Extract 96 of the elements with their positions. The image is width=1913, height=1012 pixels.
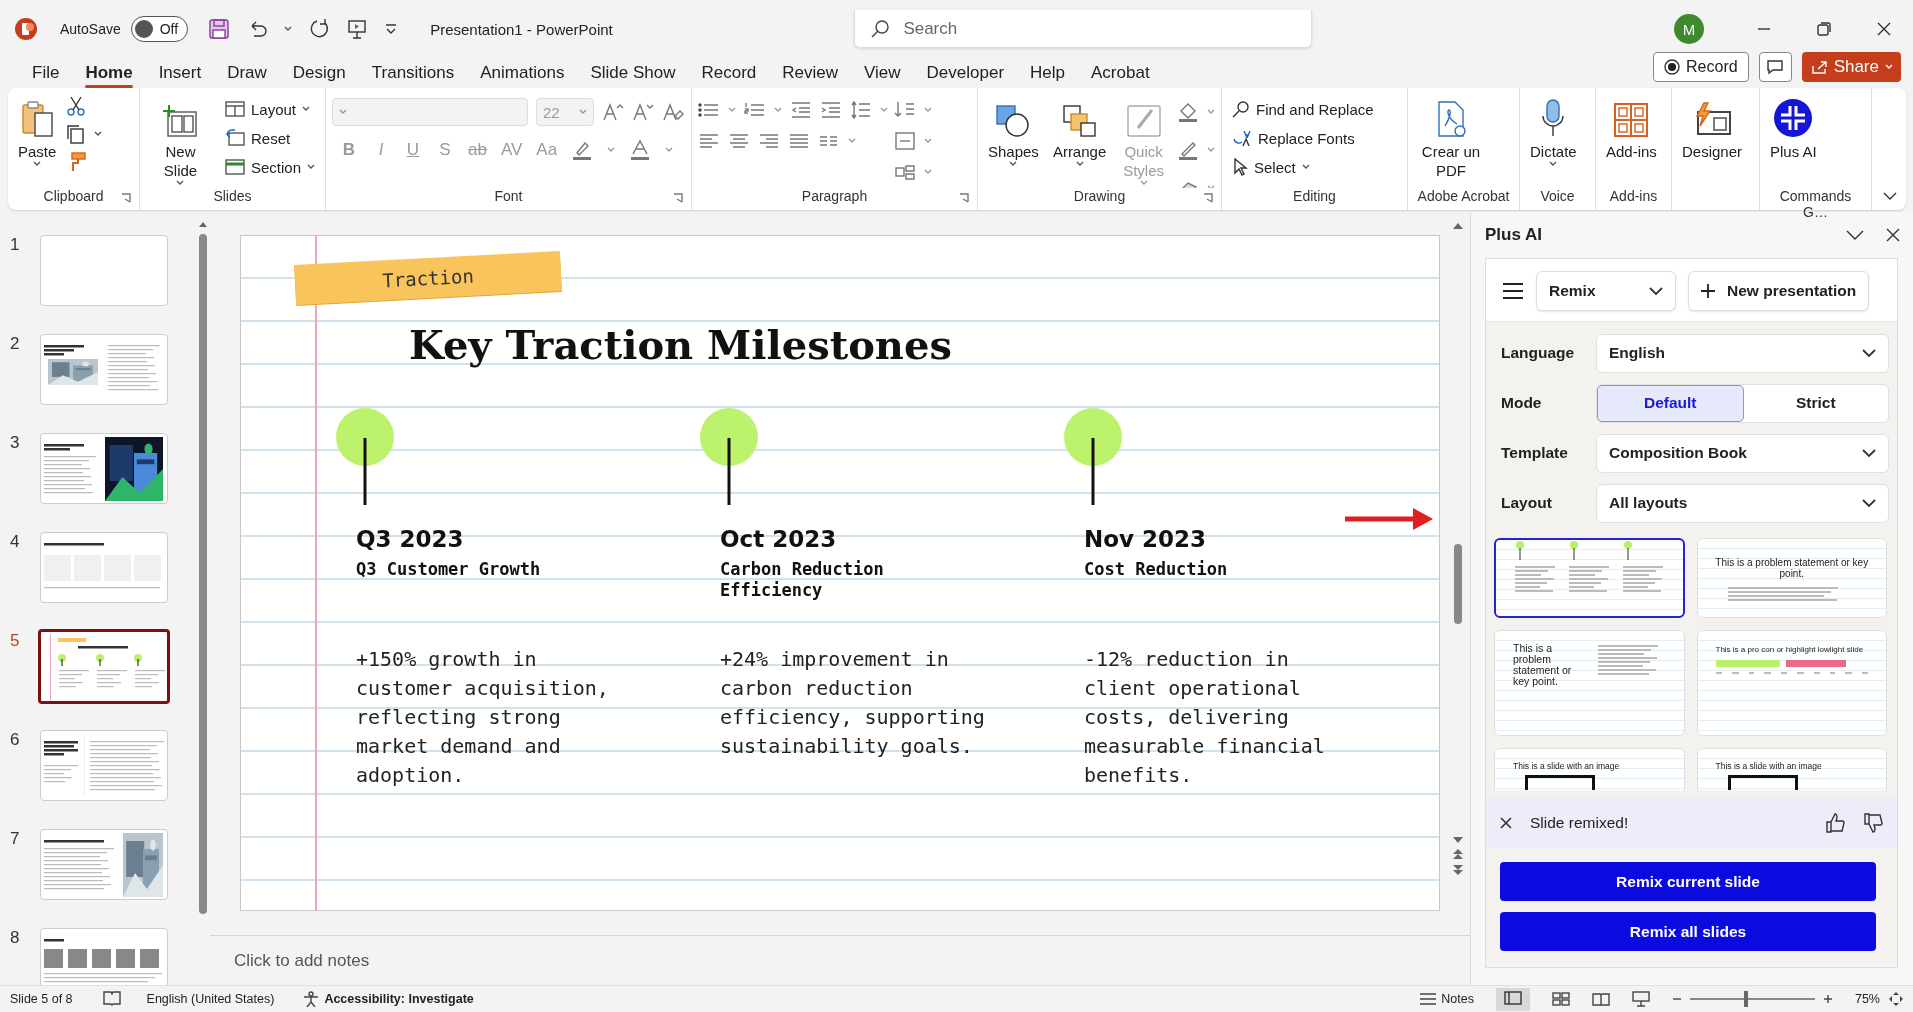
panel-title: Plus AI [1485, 225, 1542, 245]
layout-heading: This is a slide with an image [1512, 760, 1621, 771]
ribbon-tab[interactable]: Animations [468, 58, 577, 88]
slide-counter: Slide 5 of 8 [10, 992, 73, 1006]
ribbon-tab[interactable]: Design [280, 58, 358, 88]
ribbon-button[interactable]: Designer [1678, 92, 1747, 163]
ribbon-button[interactable]: New Slide [146, 92, 215, 188]
group-label: Add-ins [1609, 188, 1658, 204]
milestone-date: Oct 2023 [720, 525, 838, 554]
ribbon-button[interactable]: Reset [220, 125, 319, 151]
ribbon-tab[interactable]: Record [689, 58, 769, 88]
autosave-label: AutoSave [60, 21, 121, 37]
slide-number: 2 [10, 334, 21, 355]
notes-placeholder[interactable]: Click to add notes [234, 950, 370, 971]
group-label: Drawing [1073, 188, 1126, 204]
group-label: Voice [1540, 188, 1575, 204]
zoom-level[interactable]: 75% [1854, 992, 1880, 1006]
field-label: Layout [1501, 494, 1553, 512]
milestone-description: -12% reduction in client operational costs, delivering measurable financial benefits. [1084, 646, 1326, 789]
slide-number: 4 [10, 532, 21, 553]
language-indicator[interactable]: English (United States) [146, 992, 275, 1006]
share-button[interactable]: Share [1801, 52, 1901, 82]
ribbon-tab[interactable]: File [20, 58, 72, 88]
dropdown[interactable]: All layouts [1596, 483, 1889, 523]
primary-button[interactable]: Remix all slides [1500, 912, 1876, 951]
field-label: Language [1501, 344, 1576, 362]
group-label: Slides [213, 188, 252, 204]
ribbon-tab[interactable]: Draw [215, 58, 279, 88]
milestone-date: Q3 2023 [356, 525, 465, 554]
slide-number: 1 [10, 235, 21, 256]
ribbon-button[interactable]: Add-ins [1602, 92, 1661, 163]
layout-heading: This is a slide with an image [1714, 760, 1823, 771]
ribbon-button[interactable]: Section [220, 154, 319, 180]
user-avatar[interactable]: M [1674, 14, 1704, 44]
group-label: Adobe Acrobat [1417, 188, 1510, 204]
window-title: Presentation1 - PowerPoint [430, 20, 613, 38]
group-label: Editing [1293, 188, 1336, 204]
ribbon-tab[interactable]: Review [770, 58, 850, 88]
ribbon-button[interactable]: Dictate [1526, 92, 1581, 169]
group-label: Font [494, 188, 523, 204]
autosave-toggle[interactable]: Off [130, 16, 189, 42]
mode-dropdown[interactable]: Remix [1536, 271, 1676, 311]
slide-number: 5 [10, 631, 21, 652]
ribbon-button[interactable]: Find and Replace [1228, 96, 1378, 122]
layout-preview[interactable]: This is a pro con or highlight lowlight slide [1696, 630, 1887, 736]
slide-number: 8 [10, 928, 21, 949]
accessibility-status[interactable]: Accessibility: Investigate [324, 992, 474, 1006]
group-label: Clipboard [43, 188, 104, 204]
dropdown[interactable]: English [1596, 333, 1889, 373]
field-label: Template [1501, 444, 1569, 462]
ribbon-button[interactable]: Shapes [984, 92, 1043, 169]
group-label: Paragraph [801, 188, 868, 204]
segment-option[interactable]: Default [1597, 384, 1744, 422]
search-field[interactable]: Search [854, 10, 1313, 48]
ribbon-tab[interactable]: Slide Show [578, 58, 688, 88]
ribbon-tab[interactable]: Help [1018, 58, 1078, 88]
segment-option[interactable]: Strict [1743, 384, 1888, 422]
slide-number: 6 [10, 730, 21, 751]
milestone-description: +150% growth in customer acquisition, reflecting strong market demand and adoption. [356, 646, 610, 789]
notes-toggle[interactable]: Notes [1441, 992, 1474, 1006]
ribbon-button[interactable]: Replace Fonts [1228, 125, 1378, 151]
ribbon-tab[interactable]: View [852, 58, 913, 88]
layout-preview[interactable]: This is a slide with an image [1696, 748, 1887, 790]
milestone-description: +24% improvement in carbon reduction efficiency, supporting sustainability goals. [720, 646, 986, 760]
ribbon-tab[interactable]: Transitions [359, 58, 467, 88]
layout-heading: This is a pro con or highlight lowlight slide [1714, 644, 1865, 654]
milestone-heading: Cost Reduction [1084, 559, 1229, 581]
milestone-heading: Q3 Customer Growth [356, 559, 542, 581]
slide-title: Key Traction Milestones [409, 321, 952, 368]
ribbon-tab[interactable]: Home [73, 58, 145, 88]
milestone-heading: Carbon Reduction Efficiency [720, 559, 885, 602]
ribbon-tab[interactable]: Developer [914, 58, 1017, 88]
ribbon-tab[interactable]: Insert [146, 58, 214, 88]
ribbon-button[interactable]: Select [1228, 154, 1378, 180]
group-label: Commands G… [1779, 188, 1852, 220]
ribbon-button[interactable]: Crear un PDF [1414, 92, 1488, 182]
primary-button[interactable]: Remix current slide [1500, 862, 1876, 901]
slide-number: 7 [10, 829, 21, 850]
ribbon-button[interactable]: Plus AI [1766, 92, 1821, 163]
dropdown[interactable]: Composition Book [1596, 433, 1889, 473]
milestone-date: Nov 2023 [1084, 525, 1208, 554]
slide-number: 3 [10, 433, 21, 454]
layout-heading: This is a problem statement or key point. [1513, 643, 1573, 687]
layout-preview[interactable]: This is a slide with an image [1494, 748, 1685, 790]
layout-heading: This is a problem statement or key point. [1714, 556, 1870, 579]
layout-preview[interactable]: This is a problem statement or key point. [1494, 630, 1685, 736]
ribbon-button[interactable]: Arrange [1048, 92, 1111, 169]
field-label: Mode [1501, 394, 1543, 412]
tag-label: Traction [294, 251, 562, 305]
ribbon-tab[interactable]: Acrobat [1079, 58, 1162, 88]
ribbon-button[interactable]: Layout [220, 96, 319, 122]
layout-preview[interactable]: This is a problem statement or key point. [1696, 538, 1887, 618]
ribbon-button[interactable]: Paste [14, 92, 61, 169]
toast-message: Slide remixed! [1530, 814, 1629, 832]
new-presentation-button[interactable]: New presentation [1688, 271, 1870, 311]
record-button[interactable]: Record [1653, 52, 1749, 82]
